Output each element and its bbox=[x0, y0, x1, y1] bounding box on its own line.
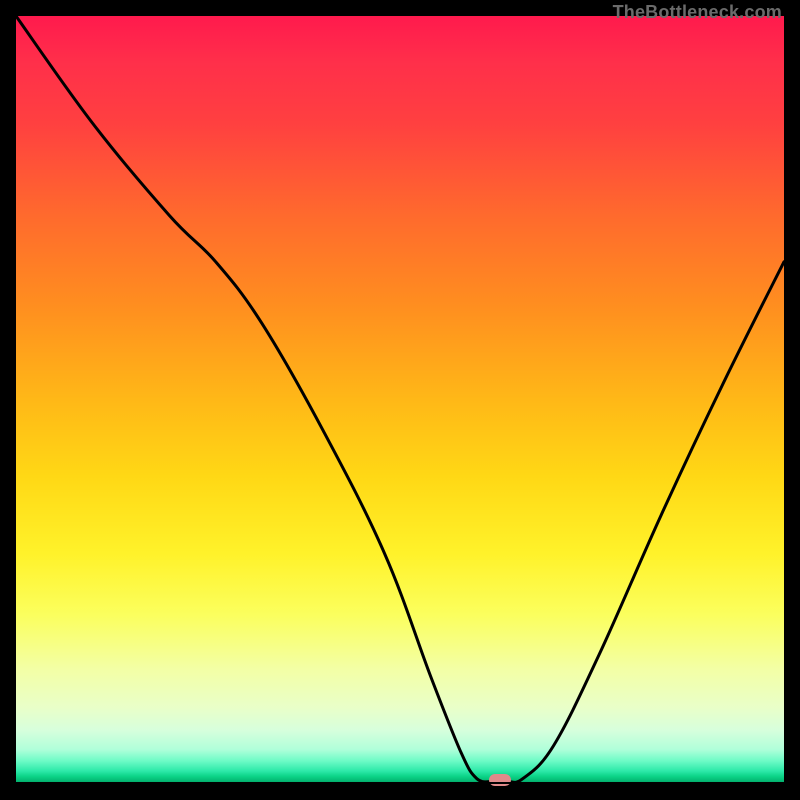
attribution-watermark: TheBottleneck.com bbox=[613, 2, 782, 23]
optimal-marker bbox=[489, 774, 511, 786]
chart-stage: TheBottleneck.com bbox=[0, 0, 800, 800]
plot-area bbox=[16, 16, 784, 784]
bottleneck-curve bbox=[16, 16, 784, 784]
